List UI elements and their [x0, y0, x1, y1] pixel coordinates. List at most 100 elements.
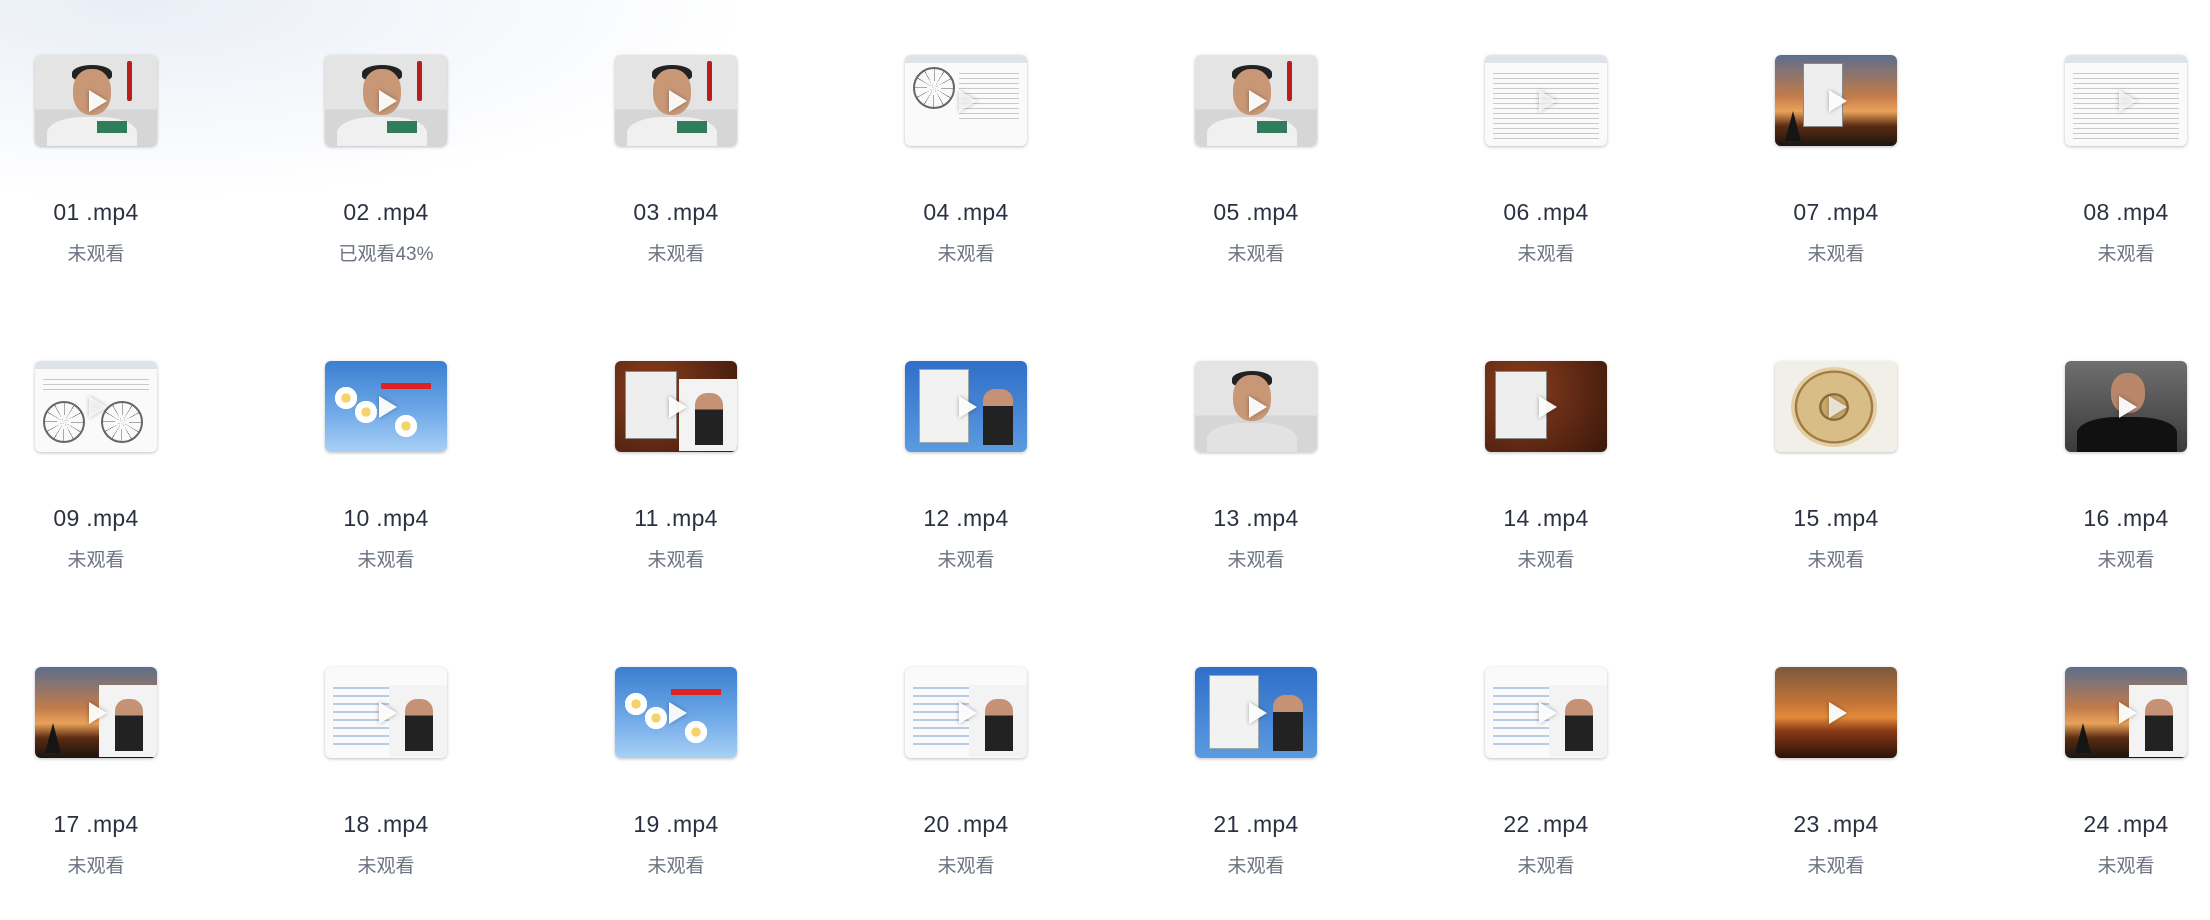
video-thumbnail[interactable]	[2065, 361, 2187, 452]
video-item[interactable]: 10 .mp4 未观看	[325, 361, 575, 621]
video-item[interactable]: 09 .mp4 未观看	[35, 361, 285, 621]
play-icon[interactable]	[1249, 701, 1267, 724]
video-item[interactable]: 12 .mp4 未观看	[905, 361, 1155, 621]
video-filename[interactable]: 19 .mp4	[575, 811, 777, 838]
video-filename[interactable]: 22 .mp4	[1445, 811, 1647, 838]
play-icon[interactable]	[1539, 89, 1557, 112]
video-thumbnail[interactable]	[325, 361, 447, 452]
video-thumbnail[interactable]	[1775, 667, 1897, 758]
video-thumbnail[interactable]	[615, 55, 737, 146]
video-filename[interactable]: 01 .mp4	[0, 199, 197, 226]
video-thumbnail[interactable]	[1485, 667, 1607, 758]
video-item[interactable]: 05 .mp4 未观看	[1195, 55, 1445, 315]
video-filename[interactable]: 09 .mp4	[0, 505, 197, 532]
play-icon[interactable]	[959, 395, 977, 418]
video-filename[interactable]: 20 .mp4	[865, 811, 1067, 838]
video-item[interactable]: 19 .mp4 未观看	[615, 667, 865, 920]
video-item[interactable]: 22 .mp4 未观看	[1485, 667, 1735, 920]
play-icon[interactable]	[1249, 395, 1267, 418]
play-icon[interactable]	[2119, 89, 2137, 112]
play-icon[interactable]	[379, 395, 397, 418]
play-icon[interactable]	[1539, 701, 1557, 724]
video-item[interactable]: 03 .mp4 未观看	[615, 55, 865, 315]
watch-status: 未观看	[1517, 550, 1575, 571]
play-icon[interactable]	[379, 701, 397, 724]
video-filename[interactable]: 21 .mp4	[1155, 811, 1357, 838]
video-thumbnail[interactable]	[2065, 667, 2187, 758]
video-filename[interactable]: 15 .mp4	[1735, 505, 1937, 532]
video-thumbnail[interactable]	[1195, 667, 1317, 758]
video-item[interactable]: 04 .mp4 未观看	[905, 55, 1155, 315]
video-item[interactable]: 17 .mp4 未观看	[35, 667, 285, 920]
video-filename[interactable]: 10 .mp4	[285, 505, 487, 532]
video-thumbnail[interactable]	[615, 361, 737, 452]
watch-status: 未观看	[1517, 244, 1575, 265]
video-thumbnail[interactable]	[905, 361, 1027, 452]
video-item[interactable]: 11 .mp4 未观看	[615, 361, 865, 621]
video-item[interactable]: 23 .mp4 未观看	[1775, 667, 2025, 920]
video-thumbnail[interactable]	[325, 55, 447, 146]
video-thumbnail[interactable]	[1775, 361, 1897, 452]
play-icon[interactable]	[669, 395, 687, 418]
video-filename[interactable]: 02 .mp4	[285, 199, 487, 226]
play-icon[interactable]	[1539, 395, 1557, 418]
video-thumbnail[interactable]	[2065, 55, 2187, 146]
play-icon[interactable]	[959, 89, 977, 112]
video-thumbnail[interactable]	[35, 361, 157, 452]
video-thumbnail[interactable]	[1485, 55, 1607, 146]
video-thumbnail[interactable]	[1485, 361, 1607, 452]
video-item[interactable]: 16 .mp4 未观看	[2065, 361, 2210, 621]
play-icon[interactable]	[89, 89, 107, 112]
play-icon[interactable]	[2119, 395, 2137, 418]
play-icon[interactable]	[89, 701, 107, 724]
video-filename[interactable]: 24 .mp4	[2025, 811, 2210, 838]
video-thumbnail[interactable]	[905, 55, 1027, 146]
video-item[interactable]: 02 .mp4 已观看43%	[325, 55, 575, 315]
video-thumbnail[interactable]	[1195, 55, 1317, 146]
video-item[interactable]: 18 .mp4 未观看	[325, 667, 575, 920]
video-filename[interactable]: 05 .mp4	[1155, 199, 1357, 226]
watch-status: 未观看	[937, 550, 995, 571]
video-item[interactable]: 07 .mp4 未观看	[1775, 55, 2025, 315]
play-icon[interactable]	[1829, 701, 1847, 724]
video-thumbnail[interactable]	[325, 667, 447, 758]
play-icon[interactable]	[89, 395, 107, 418]
video-item[interactable]: 20 .mp4 未观看	[905, 667, 1155, 920]
play-icon[interactable]	[669, 701, 687, 724]
watch-status: 已观看43%	[338, 244, 434, 265]
play-icon[interactable]	[1829, 395, 1847, 418]
video-item[interactable]: 06 .mp4 未观看	[1485, 55, 1735, 315]
video-filename[interactable]: 23 .mp4	[1735, 811, 1937, 838]
video-filename[interactable]: 06 .mp4	[1445, 199, 1647, 226]
video-thumbnail[interactable]	[1775, 55, 1897, 146]
video-item[interactable]: 24 .mp4 未观看	[2065, 667, 2210, 920]
play-icon[interactable]	[1829, 89, 1847, 112]
play-icon[interactable]	[2119, 701, 2137, 724]
video-thumbnail[interactable]	[905, 667, 1027, 758]
video-filename[interactable]: 14 .mp4	[1445, 505, 1647, 532]
video-thumbnail[interactable]	[615, 667, 737, 758]
play-icon[interactable]	[669, 89, 687, 112]
play-icon[interactable]	[959, 701, 977, 724]
video-thumbnail[interactable]	[1195, 361, 1317, 452]
video-item[interactable]: 13 .mp4 未观看	[1195, 361, 1445, 621]
video-filename[interactable]: 11 .mp4	[575, 505, 777, 532]
video-filename[interactable]: 07 .mp4	[1735, 199, 1937, 226]
video-thumbnail[interactable]	[35, 55, 157, 146]
video-filename[interactable]: 08 .mp4	[2025, 199, 2210, 226]
video-filename[interactable]: 13 .mp4	[1155, 505, 1357, 532]
video-filename[interactable]: 12 .mp4	[865, 505, 1067, 532]
video-item[interactable]: 14 .mp4 未观看	[1485, 361, 1735, 621]
video-filename[interactable]: 04 .mp4	[865, 199, 1067, 226]
video-item[interactable]: 01 .mp4 未观看	[35, 55, 285, 315]
video-item[interactable]: 15 .mp4 未观看	[1775, 361, 2025, 621]
play-icon[interactable]	[1249, 89, 1267, 112]
play-icon[interactable]	[379, 89, 397, 112]
video-filename[interactable]: 17 .mp4	[0, 811, 197, 838]
video-filename[interactable]: 03 .mp4	[575, 199, 777, 226]
video-filename[interactable]: 18 .mp4	[285, 811, 487, 838]
video-item[interactable]: 21 .mp4 未观看	[1195, 667, 1445, 920]
video-thumbnail[interactable]	[35, 667, 157, 758]
video-item[interactable]: 08 .mp4 未观看	[2065, 55, 2210, 315]
video-filename[interactable]: 16 .mp4	[2025, 505, 2210, 532]
